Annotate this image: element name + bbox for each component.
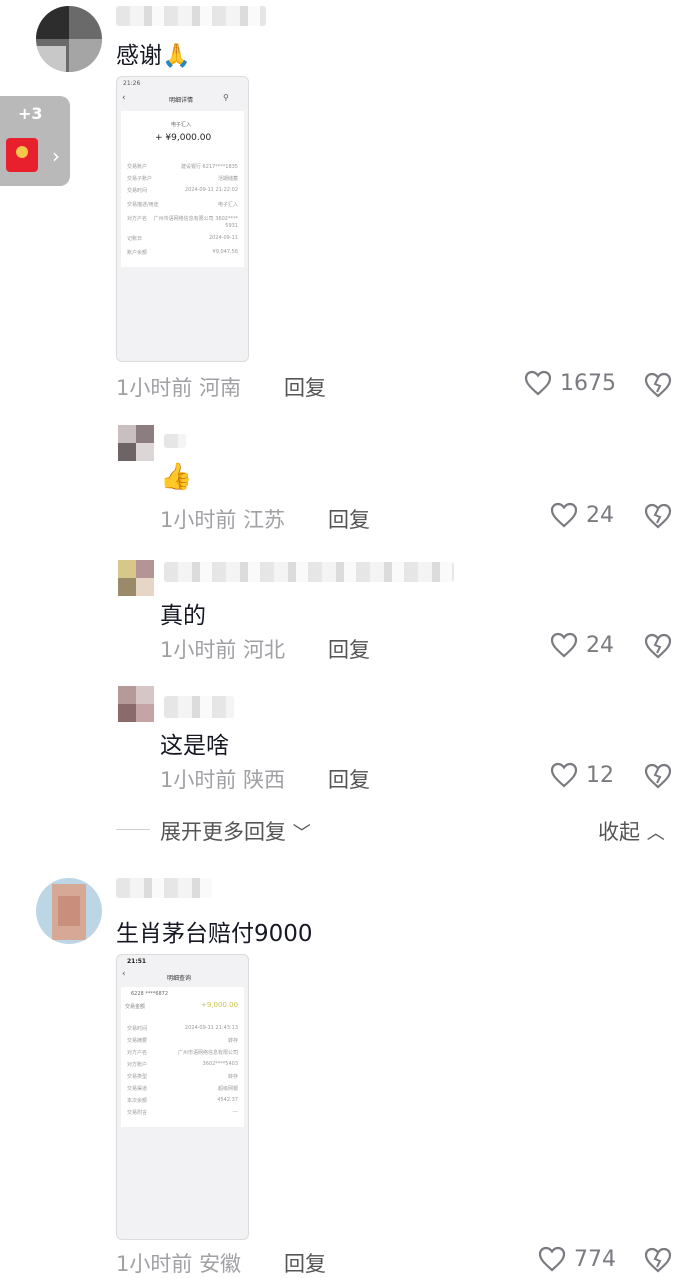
username-blurred[interactable] bbox=[116, 6, 266, 26]
amount-label: 交易金额 bbox=[125, 1004, 146, 1010]
screenshot-header: 明细详情 bbox=[169, 97, 194, 104]
like-button[interactable]: 774 bbox=[538, 1246, 616, 1272]
chevron-right-icon: › bbox=[52, 144, 60, 168]
comment-meta: 1小时前 江苏 bbox=[160, 508, 286, 532]
back-icon: ‹ bbox=[122, 969, 126, 979]
account-number: 6228 ****6872 bbox=[131, 991, 169, 997]
avatar[interactable] bbox=[118, 560, 154, 596]
comment-text: 👍 bbox=[160, 462, 193, 492]
like-count: 24 bbox=[586, 502, 614, 528]
heart-icon bbox=[538, 1246, 566, 1272]
username-blurred[interactable] bbox=[164, 434, 186, 448]
reply-button[interactable]: 回复 bbox=[284, 1248, 326, 1278]
username-blurred[interactable] bbox=[164, 562, 454, 582]
like-count: 1675 bbox=[560, 370, 616, 396]
comment-text: 感谢🙏 bbox=[116, 43, 191, 69]
reply-button[interactable]: 回复 bbox=[328, 504, 370, 534]
status-time: 21:51 bbox=[127, 958, 147, 965]
avatar[interactable] bbox=[118, 425, 154, 461]
status-time: 21:26 bbox=[123, 80, 141, 87]
search-icon: ⚲ bbox=[223, 93, 229, 102]
heart-icon bbox=[550, 632, 578, 658]
dislike-icon[interactable] bbox=[643, 763, 673, 789]
expand-more-replies[interactable]: 展开更多回复 ﹀ bbox=[160, 816, 311, 846]
avatar[interactable] bbox=[36, 6, 102, 72]
divider bbox=[116, 829, 150, 830]
attached-screenshot[interactable]: 21:26 ‹ 明细详情 ⚲ 电子汇入 + ¥9,000.00 交易账户 建设银行… bbox=[116, 76, 249, 362]
like-button[interactable]: 1675 bbox=[524, 370, 616, 396]
avatar[interactable] bbox=[118, 686, 154, 722]
comment-text: 真的 bbox=[160, 603, 206, 629]
comment-meta: 1小时前 河南 bbox=[116, 376, 242, 400]
heart-icon bbox=[550, 762, 578, 788]
comment-meta: 1小时前 河北 bbox=[160, 638, 286, 662]
dislike-icon[interactable] bbox=[643, 633, 673, 659]
comment-text: 这是啥 bbox=[160, 733, 229, 759]
comment-meta: 1小时前 陕西 bbox=[160, 768, 286, 792]
transaction-amount: +9,000.00 bbox=[201, 1001, 239, 1009]
dislike-icon[interactable] bbox=[643, 372, 673, 398]
transaction-type: 电子汇入 bbox=[171, 122, 192, 128]
username-blurred[interactable] bbox=[116, 878, 212, 898]
reply-button[interactable]: 回复 bbox=[328, 634, 370, 664]
collapse-replies[interactable]: 收起 ︿ bbox=[598, 816, 665, 846]
like-button[interactable]: 24 bbox=[550, 632, 614, 658]
screenshot-header: 明细查询 bbox=[167, 975, 192, 982]
avatar[interactable] bbox=[36, 878, 102, 944]
dislike-icon[interactable] bbox=[643, 1247, 673, 1273]
like-count: 774 bbox=[574, 1246, 616, 1272]
red-packet-icon bbox=[6, 138, 38, 172]
reply-button[interactable]: 回复 bbox=[284, 372, 326, 402]
comment-meta: 1小时前 安徽 bbox=[116, 1252, 242, 1276]
chevron-up-icon: ︿ bbox=[646, 823, 665, 844]
heart-icon bbox=[550, 502, 578, 528]
like-count: 24 bbox=[586, 632, 614, 658]
attached-screenshot[interactable]: 21:51 ‹ 明细查询 6228 ****6872 交易金额 +9,000.0… bbox=[116, 954, 249, 1240]
reply-button[interactable]: 回复 bbox=[328, 764, 370, 794]
dislike-icon[interactable] bbox=[643, 503, 673, 529]
back-icon: ‹ bbox=[122, 93, 126, 103]
comment-text: 生肖茅台赔付9000 bbox=[116, 921, 313, 947]
transaction-amount: + ¥9,000.00 bbox=[155, 133, 212, 143]
chevron-down-icon: ﹀ bbox=[292, 823, 311, 844]
heart-icon bbox=[524, 370, 552, 396]
red-packet-widget[interactable]: +3 › bbox=[0, 96, 70, 186]
like-button[interactable]: 12 bbox=[550, 762, 614, 788]
username-blurred[interactable] bbox=[164, 696, 234, 718]
like-count: 12 bbox=[586, 762, 614, 788]
like-button[interactable]: 24 bbox=[550, 502, 614, 528]
red-packet-badge: +3 bbox=[18, 104, 43, 123]
